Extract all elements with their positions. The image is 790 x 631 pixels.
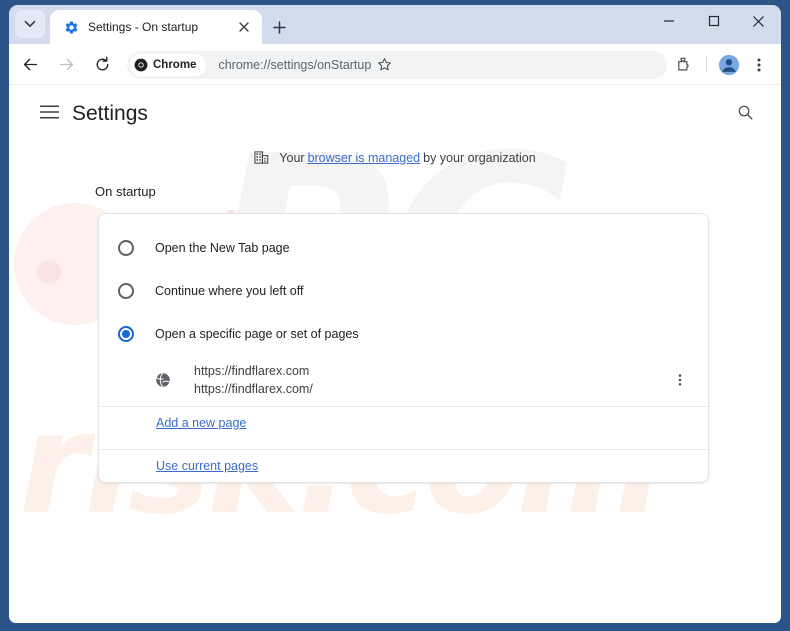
startup-option-new-tab[interactable]: Open the New Tab page xyxy=(99,230,708,266)
startup-option-label: Open the New Tab page xyxy=(155,241,290,255)
browser-window: Settings - On startup Chrome chrome://se… xyxy=(0,0,790,631)
hamburger-menu-icon xyxy=(39,105,59,119)
startup-option-continue[interactable]: Continue where you left off xyxy=(99,273,708,309)
managed-banner-suffix: by your organization xyxy=(423,150,536,165)
globe-icon xyxy=(154,372,171,389)
organization-building-icon xyxy=(254,150,269,165)
card-divider xyxy=(99,449,708,450)
browser-menu-button[interactable] xyxy=(744,50,774,80)
add-a-new-page-link[interactable]: Add a new page xyxy=(156,416,246,430)
use-current-pages-link[interactable]: Use current pages xyxy=(156,459,258,473)
reload-icon xyxy=(96,56,108,71)
hamburger-menu-button[interactable] xyxy=(36,99,62,125)
reload-button[interactable] xyxy=(87,50,117,80)
arrow-back-icon xyxy=(23,58,37,71)
chevron-down-icon xyxy=(24,20,36,28)
startup-page-more-button[interactable] xyxy=(666,366,694,394)
startup-page-title: https://findflarex.com xyxy=(194,364,310,378)
settings-page: PC risk.com Settings xyxy=(9,85,781,623)
tab-close-button[interactable] xyxy=(234,17,254,37)
arrow-forward-icon xyxy=(59,58,73,71)
page-title: Settings xyxy=(72,102,148,125)
startup-option-label: Open a specific page or set of pages xyxy=(155,327,359,341)
window-minimize-button[interactable] xyxy=(646,5,691,37)
chrome-chip-label: Chrome xyxy=(153,58,197,71)
radio-specific-pages[interactable] xyxy=(118,326,134,342)
radio-new-tab[interactable] xyxy=(118,240,134,256)
search-settings-button[interactable] xyxy=(731,98,759,126)
bookmark-star-icon xyxy=(377,58,391,71)
tab-settings[interactable]: Settings - On startup xyxy=(50,10,262,44)
profile-avatar-icon xyxy=(718,54,740,75)
startup-page-texts: https://findflarex.com https://findflare… xyxy=(194,362,666,398)
radio-continue[interactable] xyxy=(118,283,134,299)
extensions-puzzle-icon xyxy=(677,57,689,71)
browser-toolbar: Chrome chrome://settings/onStartup xyxy=(9,44,781,85)
startup-option-label: Continue where you left off xyxy=(155,284,304,298)
address-bar[interactable]: Chrome chrome://settings/onStartup xyxy=(127,50,667,79)
address-bar-url: chrome://settings/onStartup xyxy=(218,57,372,72)
three-dot-menu-icon xyxy=(757,58,761,71)
three-dot-menu-icon xyxy=(678,374,682,386)
managed-banner-prefix: Your xyxy=(279,150,305,165)
search-icon xyxy=(738,105,753,120)
managed-banner: Your browser is managed by your organiza… xyxy=(9,150,781,165)
window-close-button[interactable] xyxy=(736,5,781,37)
on-startup-card: Open the New Tab page Continue where you… xyxy=(98,213,709,483)
window-maximize-button[interactable] xyxy=(691,5,736,37)
tab-title: Settings - On startup xyxy=(88,20,199,34)
browser-window-inner: Settings - On startup Chrome chrome://se… xyxy=(9,5,781,623)
managed-banner-link[interactable]: browser is managed xyxy=(308,151,421,165)
chrome-logo-icon xyxy=(134,58,148,71)
settings-header: Settings xyxy=(9,85,781,139)
tab-strip: Settings - On startup xyxy=(9,5,781,44)
back-button[interactable] xyxy=(15,50,45,80)
new-tab-button[interactable] xyxy=(265,13,293,41)
section-label-on-startup: On startup xyxy=(95,184,156,199)
startup-page-row: https://findflarex.com https://findflare… xyxy=(99,354,708,406)
gear-icon xyxy=(63,19,79,35)
watermark-circle-small xyxy=(37,260,61,284)
chrome-origin-chip: Chrome xyxy=(130,53,207,76)
bookmark-star-button[interactable] xyxy=(371,52,397,78)
extensions-button[interactable] xyxy=(669,50,699,80)
toolbar-divider xyxy=(706,56,707,73)
startup-option-specific-pages[interactable]: Open a specific page or set of pages xyxy=(99,316,708,352)
forward-button[interactable] xyxy=(51,50,81,80)
card-divider xyxy=(99,406,708,407)
profile-button[interactable] xyxy=(714,50,744,80)
tab-search-button[interactable] xyxy=(15,10,45,38)
startup-page-url: https://findflarex.com/ xyxy=(194,382,313,396)
